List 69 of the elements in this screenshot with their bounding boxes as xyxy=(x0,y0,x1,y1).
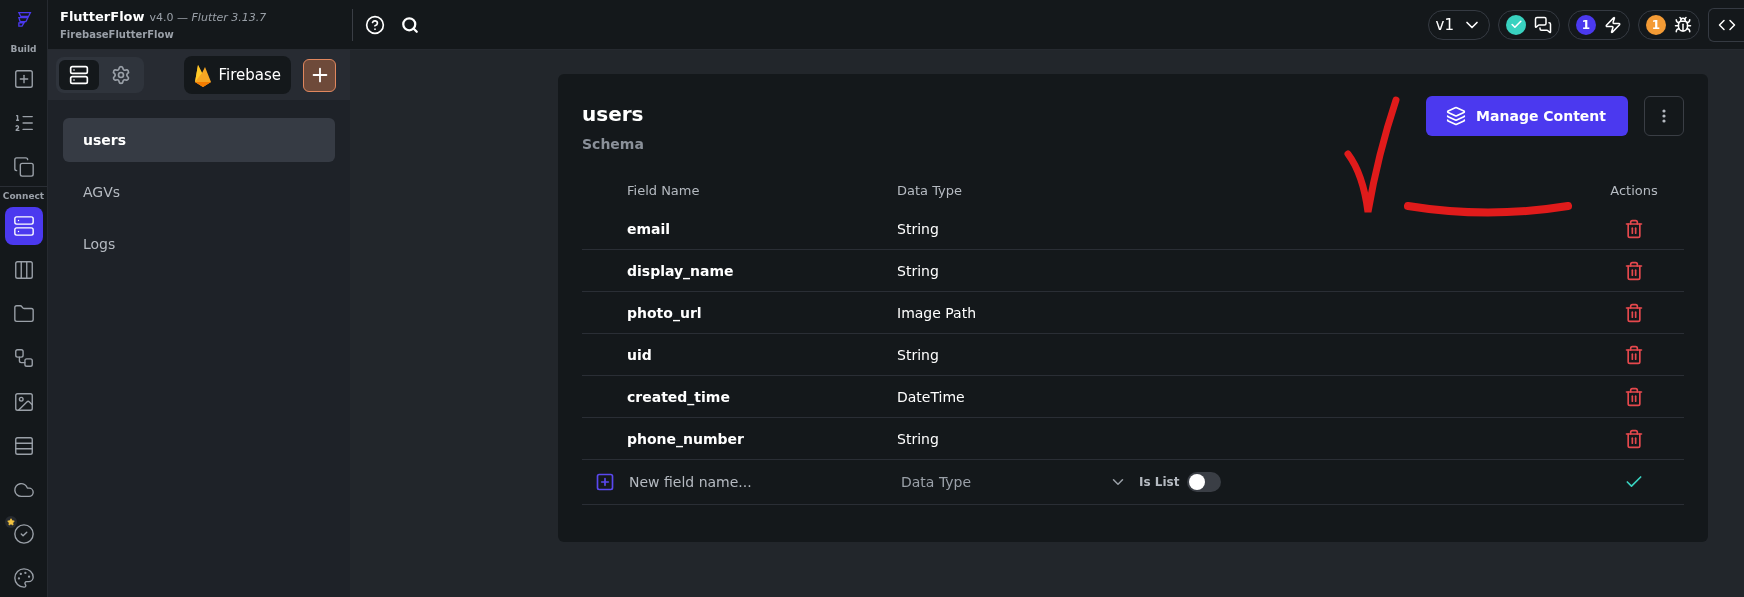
section-label: Connect xyxy=(2,191,45,201)
folder-icon xyxy=(12,303,35,325)
flame-icon xyxy=(194,63,213,87)
field-name-input[interactable]: New field name... xyxy=(627,473,893,491)
collection-item[interactable]: AGVs xyxy=(63,170,335,214)
firebase-button[interactable]: Firebase xyxy=(184,56,291,94)
project-name: FirebaseFlutterFlow xyxy=(60,29,175,40)
count-badge: 1 xyxy=(1646,14,1666,35)
column-header: Field Name xyxy=(627,182,700,198)
trash-icon xyxy=(1624,302,1644,323)
trash-icon xyxy=(1624,344,1644,365)
is-list-toggle[interactable] xyxy=(1187,472,1222,492)
version-text: v4.0 — Flutter 3.13.7 xyxy=(149,11,267,24)
workflow-icon xyxy=(12,347,35,369)
search-icon xyxy=(401,15,419,34)
more-icon xyxy=(1662,109,1666,123)
image-icon xyxy=(12,391,35,413)
database-icon xyxy=(12,215,35,237)
field-name: display_name xyxy=(627,262,735,279)
code-button[interactable] xyxy=(1708,7,1744,42)
chat-icon xyxy=(1534,15,1552,34)
data-type: DateTime xyxy=(897,388,966,405)
toggle-knob xyxy=(1189,474,1206,490)
columns-icon xyxy=(12,259,35,281)
count-badge: 1 xyxy=(1576,14,1596,35)
trash-icon xyxy=(1624,428,1644,449)
field-name: email xyxy=(627,220,672,237)
settings-icon xyxy=(111,65,131,85)
collection-subtitle: Schema xyxy=(582,136,644,152)
manage-content-button[interactable]: Manage Content xyxy=(1426,96,1628,136)
field-name: photo_url xyxy=(627,304,703,321)
data-type: String xyxy=(897,346,940,363)
trash-icon xyxy=(1624,386,1644,407)
data-type-dropdown[interactable]: Data Type xyxy=(901,473,1127,491)
check-circle-icon xyxy=(12,523,35,545)
database-icon xyxy=(69,65,89,85)
list-icon xyxy=(12,112,35,134)
palette-icon xyxy=(12,567,35,589)
actions-button[interactable]: 1 xyxy=(1568,9,1630,40)
collection-item[interactable]: users xyxy=(63,118,335,162)
collection-title: users xyxy=(582,102,644,126)
column-header: Actions xyxy=(1610,182,1658,198)
branch-dropdown[interactable]: v1 xyxy=(1427,9,1490,40)
field-name: phone_number xyxy=(627,430,745,447)
collection-item[interactable]: Logs xyxy=(63,222,335,266)
app-title: FlutterFlow v4.0 — Flutter 3.13.7 xyxy=(60,9,268,24)
database-tab[interactable] xyxy=(59,60,99,90)
trash-icon xyxy=(1624,218,1644,239)
new-field-icon xyxy=(594,472,615,492)
is-list-label: Is List xyxy=(1139,475,1180,489)
trash-icon xyxy=(1624,260,1644,281)
column-header: Data Type xyxy=(897,182,963,198)
bug-icon xyxy=(1674,15,1692,34)
status-button[interactable] xyxy=(1498,9,1560,40)
layers-icon xyxy=(1446,106,1467,126)
field-name: created_time xyxy=(627,388,731,405)
lightning-icon xyxy=(1604,15,1622,34)
field-name: uid xyxy=(627,346,653,363)
data-type: String xyxy=(897,220,940,237)
data-type: Image Path xyxy=(897,304,978,321)
add-button[interactable] xyxy=(303,58,336,92)
pages-icon xyxy=(12,156,35,178)
data-type: String xyxy=(897,430,940,447)
nav-button[interactable] xyxy=(4,207,43,245)
data-type: String xyxy=(897,262,940,279)
help-icon xyxy=(365,14,385,35)
rows-icon xyxy=(12,435,35,457)
section-label: Build xyxy=(10,44,37,54)
widget-add-icon xyxy=(12,68,35,90)
